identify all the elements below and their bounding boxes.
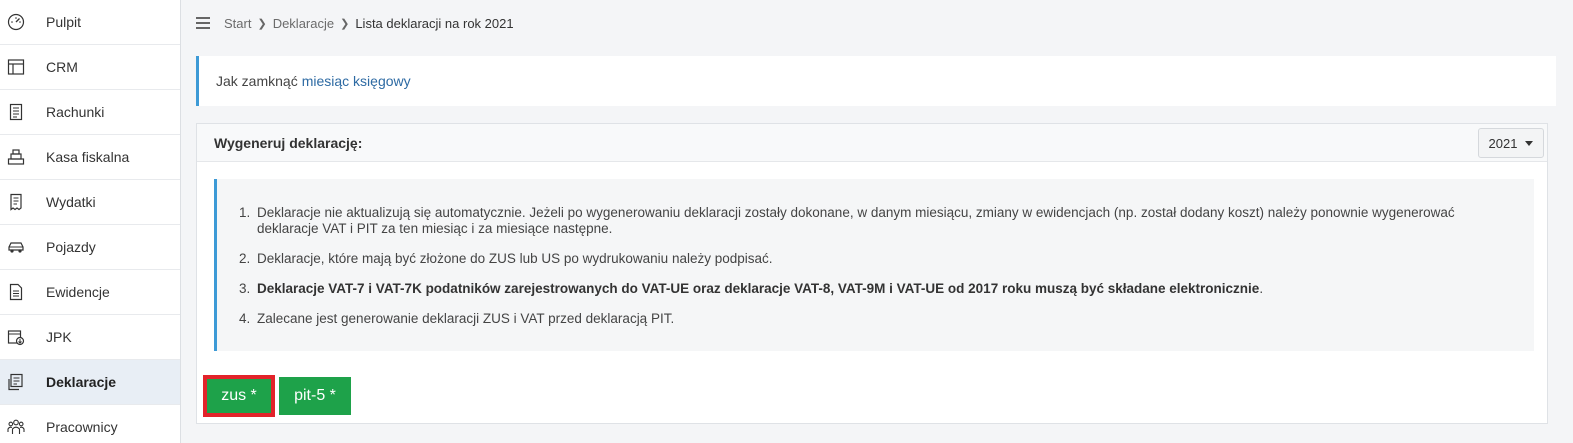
sidebar-item-label: Deklaracje [46, 374, 117, 390]
breadcrumb-current: Lista deklaracji na rok 2021 [355, 15, 514, 31]
jpk-icon [6, 327, 26, 347]
list-text: Deklaracje nie aktualizują się automatyc… [257, 205, 1455, 236]
list-text: Zalecane jest generowanie deklaracji ZUS… [257, 311, 675, 326]
menu-toggle-icon[interactable] [196, 17, 210, 29]
sidebar-item-wydatki[interactable]: Wydatki [0, 180, 180, 225]
info-list: 1. Deklaracje nie aktualizują się automa… [239, 205, 1514, 327]
list-number: 3. [239, 281, 251, 296]
topbar: Start ❯ Deklaracje ❯ Lista deklaracji na… [182, 0, 1573, 46]
sidebar-item-label: Ewidencje [46, 284, 110, 300]
chevron-right-icon: ❯ [257, 17, 267, 30]
breadcrumb: Start ❯ Deklaracje ❯ Lista deklaracji na… [224, 16, 514, 31]
sidebar-item-deklaracje[interactable]: Deklaracje [0, 360, 180, 405]
list-number: 2. [239, 251, 251, 266]
info-box: 1. Deklaracje nie aktualizują się automa… [214, 179, 1534, 351]
card-header: Wygeneruj deklarację: 2021 [197, 124, 1547, 162]
sidebar-item-label: Pracownicy [46, 419, 118, 435]
list-text: Deklaracje VAT-7 i VAT-7K podatników zar… [257, 281, 1263, 297]
generate-declaration-card: Wygeneruj deklarację: 2021 1. Deklaracje… [196, 123, 1548, 424]
caret-down-icon [1525, 140, 1534, 146]
employees-icon [6, 417, 26, 437]
sidebar-item-pracownicy[interactable]: Pracownicy [0, 405, 180, 443]
list-text-bold: Deklaracje VAT-7 i VAT-7K podatników zar… [257, 281, 1260, 296]
pit-5-button[interactable]: pit-5 * [279, 377, 351, 415]
sidebar-item-kasa-fiskalna[interactable]: Kasa fiskalna [0, 135, 180, 180]
breadcrumb-start[interactable]: Start [224, 16, 251, 31]
list-item: 3. Deklaracje VAT-7 i VAT-7K podatników … [239, 281, 1514, 297]
year-value: 2021 [1488, 135, 1518, 151]
sidebar-item-label: CRM [46, 59, 78, 75]
list-item: 1. Deklaracje nie aktualizują się automa… [239, 205, 1514, 237]
declaration-icon [6, 372, 26, 392]
list-number: 1. [239, 205, 251, 220]
list-item: 4. Zalecane jest generowanie deklaracji … [239, 311, 1514, 327]
sidebar-item-label: Pulpit [46, 14, 82, 30]
sidebar-item-crm[interactable]: CRM [0, 45, 180, 90]
sidebar: Pulpit CRM Rachunki Kasa fiskalna Wydatk… [0, 0, 181, 443]
info-alert: Jak zamknąć miesiąc księgowy [196, 56, 1556, 106]
cash-register-icon [6, 147, 26, 167]
chevron-right-icon: ❯ [340, 17, 350, 30]
sidebar-item-label: Wydatki [46, 194, 96, 210]
sidebar-item-label: Rachunki [46, 104, 105, 120]
receipt-icon [6, 192, 26, 212]
breadcrumb-deklaracje[interactable]: Deklaracje [273, 16, 334, 31]
crm-icon [6, 57, 26, 77]
main-content: Start ❯ Deklaracje ❯ Lista deklaracji na… [182, 0, 1573, 443]
sidebar-item-label: Pojazdy [46, 239, 96, 255]
list-item: 2. Deklaracje, które mają być złożone do… [239, 251, 1514, 267]
car-icon [6, 237, 26, 257]
sidebar-item-label: JPK [46, 329, 72, 345]
invoice-icon [6, 102, 26, 122]
sidebar-item-pulpit[interactable]: Pulpit [0, 0, 180, 45]
year-dropdown[interactable]: 2021 [1478, 128, 1544, 158]
alert-text: Jak zamknąć [216, 73, 298, 89]
dashboard-icon [6, 12, 26, 32]
sidebar-item-jpk[interactable]: JPK [0, 315, 180, 360]
list-number: 4. [239, 311, 251, 326]
document-icon [6, 282, 26, 302]
close-month-link[interactable]: miesiąc księgowy [302, 73, 411, 89]
zus-button[interactable]: zus * [203, 375, 275, 417]
sidebar-item-label: Kasa fiskalna [46, 149, 130, 165]
sidebar-item-rachunki[interactable]: Rachunki [0, 90, 180, 135]
sidebar-item-ewidencje[interactable]: Ewidencje [0, 270, 180, 315]
list-text: Deklaracje, które mają być złożone do ZU… [257, 251, 773, 266]
sidebar-item-pojazdy[interactable]: Pojazdy [0, 225, 180, 270]
list-text-tail: . [1259, 281, 1264, 296]
card-title: Wygeneruj deklarację: [214, 134, 363, 151]
declaration-buttons: zus * pit-5 * [203, 375, 815, 417]
